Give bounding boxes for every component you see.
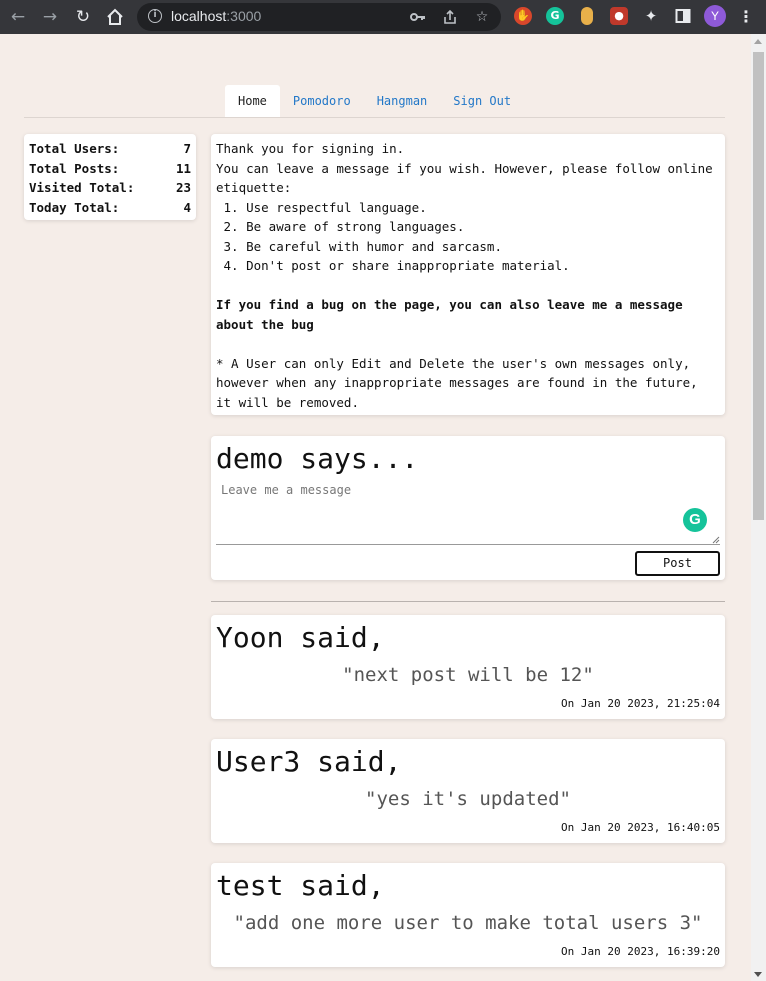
stat-value: 7 <box>183 141 191 156</box>
composer-heading: demo says... <box>216 442 419 475</box>
message-input-underline <box>216 480 720 545</box>
extension-capsule-icon[interactable] <box>581 7 593 25</box>
stat-label: Total Posts: <box>29 160 120 176</box>
tab-home[interactable]: Home <box>225 85 280 118</box>
profile-avatar[interactable]: Y <box>704 5 726 27</box>
tab-sign-out[interactable]: Sign Out <box>440 85 524 118</box>
star-icon[interactable]: ☆ <box>473 8 491 26</box>
message-author: test said, <box>216 869 385 902</box>
menu-icon[interactable]: ⋮ <box>738 6 754 28</box>
home-icon[interactable] <box>104 6 126 28</box>
message-date: On Jan 20 2023, 21:25:04 <box>561 697 720 710</box>
info-icon[interactable]: i <box>148 9 162 23</box>
message-text: "next post will be 12" <box>342 664 594 686</box>
extensions-icon[interactable]: ✦ <box>642 7 660 25</box>
main-nav-tabs: Home Pomodoro Hangman Sign Out <box>225 85 524 118</box>
reload-icon[interactable]: ↻ <box>72 6 94 28</box>
address-bar[interactable]: i localhost:3000 ☆ <box>137 3 501 31</box>
stat-total-users: Total Users: 7 <box>29 139 191 159</box>
message-card: Yoon said, "next post will be 12" On Jan… <box>211 615 725 719</box>
scroll-down-icon[interactable] <box>754 972 762 977</box>
tab-pomodoro[interactable]: Pomodoro <box>280 85 364 118</box>
info-card: Thank you for signing in. You can leave … <box>211 134 725 415</box>
tab-hangman[interactable]: Hangman <box>364 85 441 118</box>
message-card: User3 said, "yes it's updated" On Jan 20… <box>211 739 725 843</box>
stat-value: 11 <box>175 160 191 176</box>
message-text: "add one more user to make total users 3… <box>233 912 703 934</box>
stats-panel: Total Users: 7 Total Posts: 11 Visited Tot… <box>24 134 196 220</box>
sidepanel-icon[interactable] <box>674 7 692 25</box>
extension-hand-icon[interactable]: ✋ <box>514 7 532 25</box>
stat-label: Today Total: <box>29 199 120 215</box>
share-icon[interactable] <box>441 8 459 26</box>
message-card: test said, "add one more user to make to… <box>211 863 725 967</box>
stat-total-posts: Total Posts: 11 <box>29 159 191 179</box>
info-line: 1. Use respectful language. <box>216 199 427 215</box>
stat-value: 4 <box>183 199 191 215</box>
key-icon[interactable] <box>409 8 427 26</box>
resize-handle-icon[interactable] <box>711 535 720 544</box>
message-date: On Jan 20 2023, 16:40:05 <box>561 821 720 834</box>
back-icon[interactable]: ← <box>7 6 29 28</box>
footnote: * A User can only Edit and Delete the us… <box>216 355 706 410</box>
message-author: User3 said, <box>216 745 402 778</box>
browser-toolbar: ← → ↻ i localhost:3000 ☆ ✋ G ● ✦ Y ⋮ <box>0 0 766 34</box>
page-scrollbar[interactable] <box>751 34 766 981</box>
stat-visited-total: Visited Total: 23 <box>29 178 191 198</box>
messages-divider <box>211 601 725 602</box>
forward-icon[interactable]: → <box>39 6 61 28</box>
info-line: 3. Be careful with humor and sarcasm. <box>216 238 502 254</box>
grammarly-icon[interactable]: G <box>683 508 707 532</box>
message-author: Yoon said, <box>216 621 385 654</box>
message-composer: demo says... G Post <box>211 436 725 580</box>
tabs-divider <box>24 117 725 118</box>
info-line: 4. Don't post or share inappropriate mat… <box>216 258 570 273</box>
stat-today-total: Today Total: 4 <box>29 198 191 218</box>
extension-panda-icon[interactable]: ● <box>610 7 628 25</box>
bug-note: If you find a bug on the page, you can a… <box>216 297 691 332</box>
stat-label: Total Users: <box>29 141 120 156</box>
message-date: On Jan 20 2023, 16:39:20 <box>561 945 720 958</box>
post-button[interactable]: Post <box>635 551 720 576</box>
scroll-up-icon[interactable] <box>754 39 762 44</box>
info-line: 2. Be aware of strong languages. <box>216 219 465 234</box>
stat-label: Visited Total: <box>29 180 135 195</box>
message-text: "yes it's updated" <box>365 788 571 810</box>
url-text: localhost:3000 <box>171 8 262 24</box>
info-line: Thank you for signing in. <box>216 141 405 156</box>
scrollbar-thumb[interactable] <box>753 52 764 520</box>
stat-value: 23 <box>175 180 191 195</box>
grammarly-extension-icon[interactable]: G <box>546 7 564 25</box>
info-line: You can leave a message if you wish. How… <box>216 160 721 196</box>
